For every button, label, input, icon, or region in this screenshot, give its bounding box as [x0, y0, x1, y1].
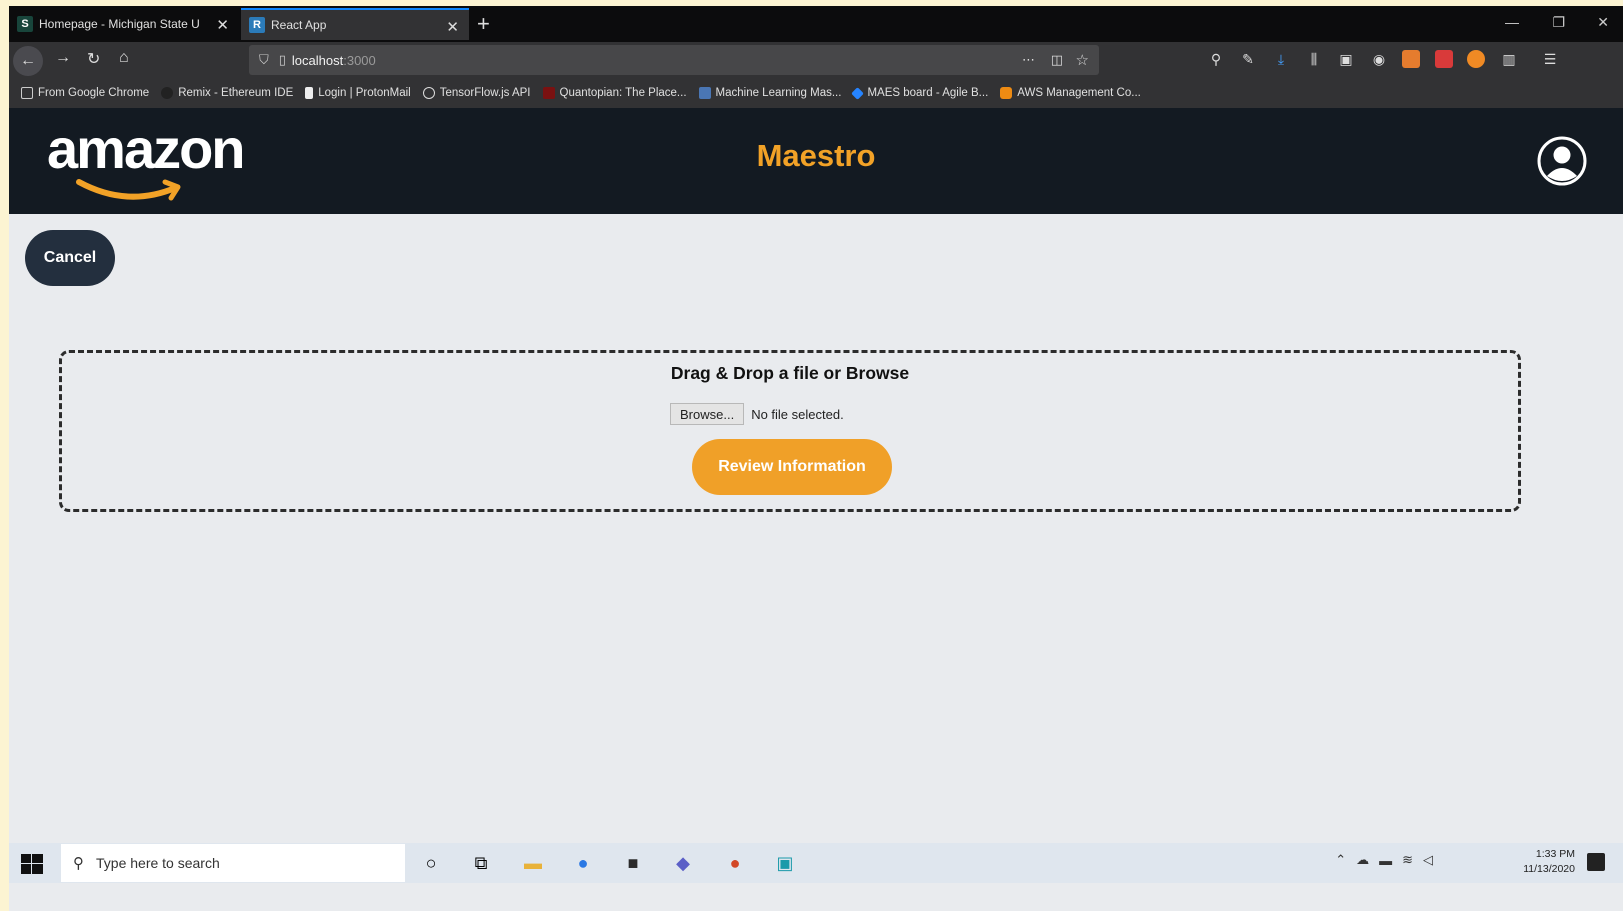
download-icon[interactable]: ⤓: [1272, 50, 1290, 68]
bookmarks-bar: From Google Chrome Remix - Ethereum IDE …: [9, 78, 1623, 108]
bookmark-label: MAES board - Agile B...: [867, 87, 989, 99]
bookmark-remix[interactable]: Remix - Ethereum IDE: [161, 87, 293, 99]
bookmark-label: Quantopian: The Place...: [559, 87, 687, 99]
url-text: localhost: [291, 52, 344, 68]
close-tab-icon[interactable]: ✕: [216, 16, 229, 34]
page-actions-icon[interactable]: ⋯: [1022, 52, 1035, 68]
reload-icon[interactable]: ↻: [87, 49, 100, 69]
back-icon[interactable]: ←: [13, 46, 43, 76]
file-input[interactable]: Browse... No file selected.: [670, 403, 844, 425]
browse-button[interactable]: Browse...: [670, 403, 745, 425]
extensions-grid-icon[interactable]: ▥: [1500, 50, 1518, 68]
task-view-icon[interactable]: ⧉: [467, 849, 495, 877]
cortana-icon[interactable]: ○: [417, 849, 445, 877]
app-title: Maestro: [756, 138, 876, 173]
forward-icon[interactable]: →: [55, 49, 71, 67]
bookmark-label: Machine Learning Mas...: [715, 87, 842, 99]
bookmark-quantopian[interactable]: Quantopian: The Place...: [542, 87, 687, 99]
minimize-icon[interactable]: —: [1505, 14, 1519, 30]
shield-icon[interactable]: ⛉: [259, 52, 269, 68]
cancel-button[interactable]: Cancel: [25, 230, 115, 286]
react-favicon-icon: R: [249, 17, 265, 33]
bookmark-tensorflow[interactable]: TensorFlow.js API: [422, 87, 531, 99]
account-icon[interactable]: ◉: [1370, 50, 1388, 68]
folder-icon: [21, 87, 33, 99]
battery-icon[interactable]: ▬: [1379, 853, 1392, 868]
firefox-icon[interactable]: ●: [569, 849, 597, 877]
globe-icon: [422, 87, 435, 99]
sticky-notes-icon[interactable]: ■: [619, 849, 647, 877]
msu-favicon-icon: S: [17, 16, 33, 32]
wifi-icon[interactable]: ≋: [1402, 852, 1413, 868]
bookmark-from-google-chrome[interactable]: From Google Chrome: [21, 87, 149, 99]
tab-michigan-state[interactable]: S Homepage - Michigan State U ✕: [9, 8, 239, 40]
bookmark-label: TensorFlow.js API: [439, 87, 531, 99]
powerpoint-icon[interactable]: ●: [721, 849, 749, 877]
jira-icon: [851, 86, 865, 100]
file-status-text: No file selected.: [751, 406, 844, 422]
aws-icon: [1000, 87, 1013, 99]
user-avatar-icon[interactable]: [1537, 136, 1587, 186]
notification-icon[interactable]: [1587, 853, 1605, 871]
bookmark-protonmail[interactable]: Login | ProtonMail: [305, 87, 411, 99]
pocket-icon[interactable]: ◫: [1051, 52, 1063, 68]
metamask-icon[interactable]: [1402, 50, 1420, 68]
url-bar[interactable]: ⛉ ▯ localhost:3000 ⋯ ◫ ☆: [249, 45, 1099, 75]
restore-icon[interactable]: ❐: [1552, 14, 1565, 31]
bookmark-label: Remix - Ethereum IDE: [178, 87, 294, 99]
file-drop-zone[interactable]: Drag & Drop a file or Browse Browse... N…: [59, 350, 1521, 512]
library-icon[interactable]: ⫼: [1305, 50, 1323, 68]
file-explorer-icon[interactable]: ▬: [519, 849, 547, 877]
teams-icon[interactable]: ◆: [669, 849, 697, 877]
tab-label: React App: [271, 18, 327, 32]
home-icon[interactable]: ⌂: [119, 49, 129, 67]
screen: S Homepage - Michigan State U ✕ R React …: [9, 6, 1623, 911]
chevron-up-icon[interactable]: ⌃: [1335, 852, 1346, 868]
bookmark-maes-board[interactable]: MAES board - Agile B...: [851, 86, 989, 100]
app-header: amazon Maestro: [9, 108, 1623, 214]
menu-icon[interactable]: ☰: [1541, 50, 1559, 68]
window-close-icon[interactable]: ✕: [1597, 14, 1609, 31]
search-placeholder: Type here to search: [96, 855, 220, 871]
bookmark-machine-learning[interactable]: Machine Learning Mas...: [698, 87, 842, 99]
clock-date: 11/13/2020: [1523, 863, 1575, 875]
extension-icon[interactable]: ⚲: [1207, 50, 1225, 68]
tab-label: Homepage - Michigan State U: [39, 17, 200, 31]
extension-orange-icon[interactable]: [1467, 50, 1485, 68]
ethereum-icon: [161, 87, 174, 99]
url-port: :3000: [343, 52, 376, 68]
sidebar-icon[interactable]: ▣: [1337, 50, 1355, 68]
ml-icon: [698, 87, 711, 99]
tools-icon[interactable]: ✎: [1239, 50, 1257, 68]
bookmark-label: From Google Chrome: [38, 87, 150, 99]
new-tab-button[interactable]: +: [477, 11, 490, 37]
tab-react-app[interactable]: R React App ✕: [241, 8, 469, 40]
bookmark-label: AWS Management Co...: [1017, 87, 1141, 99]
bookmark-aws[interactable]: AWS Management Co...: [1000, 87, 1141, 99]
drop-zone-title: Drag & Drop a file or Browse: [670, 363, 910, 383]
browser-nav-bar: ← → ↻ ⌂ ⛉ ▯ localhost:3000 ⋯ ◫ ☆ ⚲ ✎ ⤓ ⫼…: [9, 42, 1623, 78]
bookmark-label: Login | ProtonMail: [318, 87, 411, 99]
windows-start-icon[interactable]: [21, 854, 43, 874]
clock-time: 1:33 PM: [1535, 848, 1575, 860]
extension-red-icon[interactable]: [1435, 50, 1453, 68]
search-icon: ⚲: [73, 855, 84, 872]
close-tab-icon[interactable]: ✕: [446, 18, 459, 36]
bookmark-star-icon[interactable]: ☆: [1076, 51, 1089, 69]
page-icon: ▯: [278, 52, 286, 67]
windows-taskbar: ⚲ Type here to search ○ ⧉ ▬ ● ■ ◆ ● ▣ ⌃ …: [9, 843, 1623, 883]
lock-icon: [305, 87, 314, 99]
taskbar-clock[interactable]: 1:33 PM 11/13/2020: [1523, 847, 1575, 877]
quantopian-icon: [542, 87, 555, 99]
cloud-icon[interactable]: ☁: [1356, 852, 1369, 868]
taskbar-search-input[interactable]: ⚲ Type here to search: [61, 844, 405, 882]
review-information-button[interactable]: Review Information: [692, 439, 892, 495]
system-tray: ⌃ ☁ ▬ ≋ ◁: [1335, 852, 1433, 868]
browser-tab-strip: S Homepage - Michigan State U ✕ R React …: [9, 6, 1623, 42]
volume-icon[interactable]: ◁: [1423, 852, 1433, 868]
app-icon[interactable]: ▣: [771, 849, 799, 877]
